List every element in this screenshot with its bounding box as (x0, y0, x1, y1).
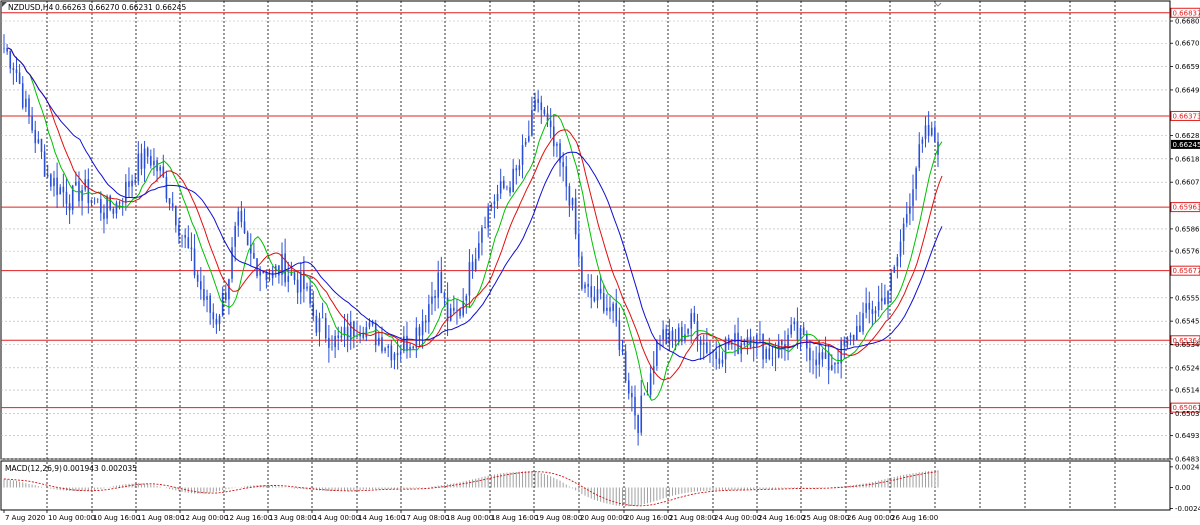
macd-tick-label: -0.00243 (1175, 505, 1200, 513)
time-tick-label: 13 Aug 08:00 (269, 514, 316, 522)
price-tick-label: 0.65865 (1175, 225, 1200, 233)
price-tick-label: 0.65450 (1175, 318, 1200, 326)
price-tick-label: 0.66285 (1175, 132, 1200, 140)
chart-canvas[interactable]: 0.668370.663730.659630.656770.653640.650… (0, 0, 1200, 525)
level-tag-label: 0.66837 (1173, 9, 1200, 17)
time-tick-label: 10 Aug 16:00 (93, 514, 140, 522)
price-tick-label: 0.64935 (1175, 432, 1200, 440)
time-tick-label: 26 Aug 16:00 (891, 514, 938, 522)
price-tick-label: 0.66180 (1175, 155, 1200, 163)
level-tag-label: 0.65677 (1173, 267, 1200, 275)
time-tick-label: 19 Aug 08:00 (535, 514, 582, 522)
price-tick-label: 0.66075 (1175, 179, 1200, 187)
price-tick-label: 0.64830 (1175, 456, 1200, 464)
time-tick-label: 10 Aug 00:00 (48, 514, 95, 522)
current-price-label: 0.66245 (1173, 141, 1200, 149)
time-tick-label: 14 Aug 00:00 (313, 514, 360, 522)
time-tick-label: 18 Aug 00:00 (446, 514, 493, 522)
time-tick-label: 21 Aug 08:00 (669, 514, 716, 522)
time-tick-label: 20 Aug 00:00 (580, 514, 627, 522)
chart-window[interactable]: 0.66837 0.66373 0.65963 0.65677 0.65364 0.650… (0, 0, 1200, 525)
price-tick-label: 0.65240 (1175, 364, 1200, 372)
time-axis[interactable]: 7 Aug 2020 10 Aug 00:0010 Aug 16:0011 Aug… (3, 510, 938, 522)
price-tick-label: 0.66800 (1175, 18, 1200, 26)
level-tag-label: 0.65963 (1173, 204, 1200, 212)
price-tick-label: 0.66700 (1175, 40, 1200, 48)
time-tick-label: 17 Aug 08:00 (402, 514, 449, 522)
macd-label: MACD(12,26,9) (5, 464, 62, 473)
time-tick-label: 18 Aug 16:00 (491, 514, 538, 522)
time-tick-label: 24 Aug 16:00 (758, 514, 805, 522)
time-tick-label: 12 Aug 00:00 (181, 514, 228, 522)
price-tick-label: 0.66595 (1175, 63, 1200, 71)
macd-tick-label: 0.002401 (1175, 463, 1200, 471)
price-tick-label: 0.65555 (1175, 294, 1200, 302)
macd-tick-label: 0.00 (1175, 484, 1191, 492)
price-tick-label: 0.65345 (1175, 341, 1200, 349)
time-tick-label: 14 Aug 16:00 (358, 514, 405, 522)
price-tick-label: 0.66490 (1175, 86, 1200, 94)
time-tick-label: 11 Aug 08:00 (137, 514, 184, 522)
price-tick-label: 0.65140 (1175, 387, 1200, 395)
header-symbol: NZDUSD,H4 (8, 3, 54, 12)
level-tag-label: 0.66373 (1173, 112, 1200, 120)
time-tick-label: 24 Aug 00:00 (714, 514, 761, 522)
time-tick-label: 12 Aug 16:00 (225, 514, 272, 522)
header-ohlc: 0.66263 0.66270 0.66231 0.66245 (55, 3, 186, 12)
time-tick-label: 7 Aug 2020 (5, 514, 45, 522)
price-tick-label: 0.65765 (1175, 248, 1200, 256)
macd-pane[interactable] (0, 460, 1171, 511)
price-axis[interactable]: 0.66800 0.66700 0.66595 0.66490 0.66285 0.661… (1170, 18, 1200, 513)
time-tick-label: 26 Aug 00:00 (847, 514, 894, 522)
time-tick-label: 25 Aug 08:00 (802, 514, 849, 522)
macd-values: 0.001943 0.002035 (63, 464, 137, 473)
time-tick-label: 20 Aug 16:00 (625, 514, 672, 522)
price-tick-label: 0.65035 (1175, 410, 1200, 418)
